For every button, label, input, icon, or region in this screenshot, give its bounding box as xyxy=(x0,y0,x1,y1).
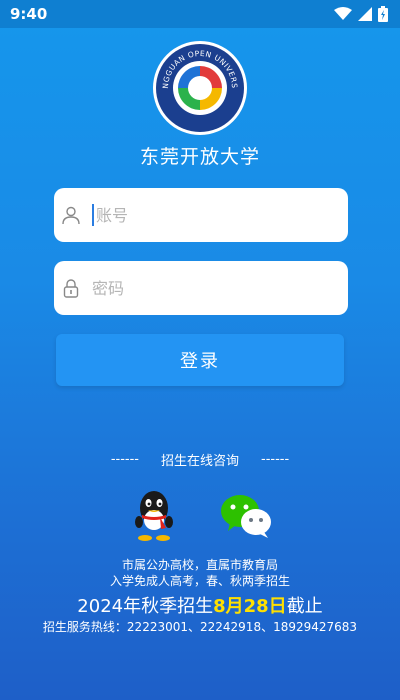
signal-icon xyxy=(358,7,372,21)
consult-dash-right: ------ xyxy=(261,452,290,467)
status-icons xyxy=(334,6,388,22)
hotline-text: 招生服务热线：22223001、22242918、18929427683 xyxy=(42,620,358,634)
account-input[interactable] xyxy=(96,205,326,225)
info-line-3: 2024年秋季招生8月28日截止 xyxy=(0,592,400,618)
app-title: 东莞开放大学 xyxy=(139,146,260,168)
text-caret xyxy=(92,204,94,226)
qq-icon[interactable] xyxy=(130,486,178,542)
info-line-1: 市属公办高校，直属市教育局 xyxy=(121,558,278,572)
password-input[interactable] xyxy=(92,278,322,298)
wifi-icon xyxy=(334,7,352,20)
user-icon xyxy=(60,204,82,226)
consult-dash-left: ------ xyxy=(110,452,139,467)
lock-icon xyxy=(60,277,82,299)
login-button[interactable]: 登录 xyxy=(56,334,344,386)
status-bar: 9:40 xyxy=(0,0,400,28)
consult-header: ------ 招生在线咨询 ------ xyxy=(0,450,400,469)
password-field[interactable] xyxy=(54,261,348,315)
info-line-3-suffix: 截止 xyxy=(286,596,323,617)
university-logo: DONGGUAN OPEN UNIVERSITY xyxy=(148,33,248,136)
status-time: 9:40 xyxy=(10,5,48,23)
account-field[interactable] xyxy=(54,188,348,242)
battery-icon xyxy=(378,6,388,22)
deadline-date: 8月28日 xyxy=(213,596,287,617)
info-line-3-prefix: 2024年秋季招生 xyxy=(77,596,214,617)
consult-label: 招生在线咨询 xyxy=(160,454,239,469)
info-line-2: 入学免成人高考，春、秋两季招生 xyxy=(109,574,290,588)
wechat-icon[interactable] xyxy=(218,492,274,540)
